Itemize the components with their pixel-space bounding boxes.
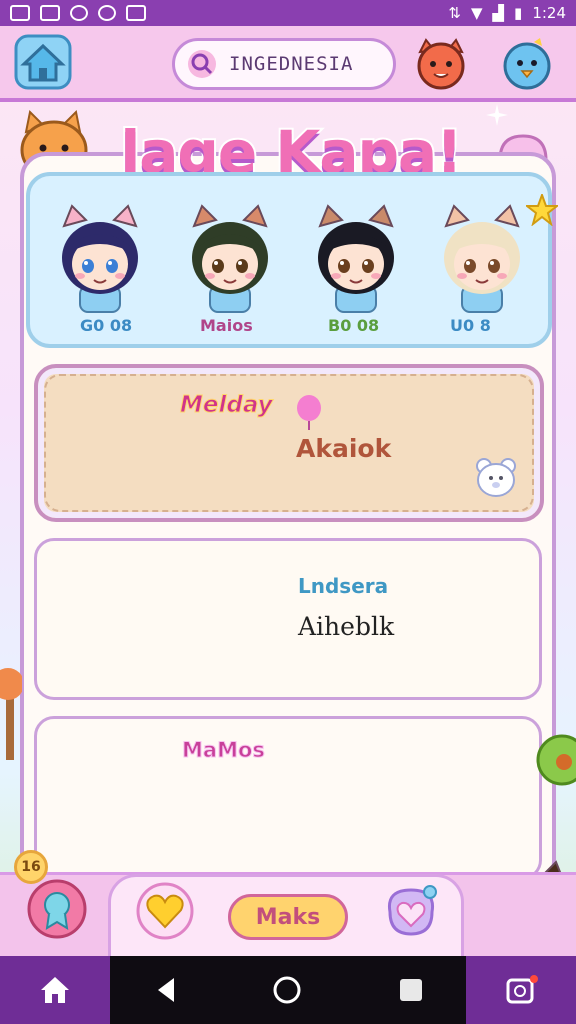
home-circle-icon[interactable]	[270, 974, 304, 1006]
fox-mascot-icon[interactable]	[412, 36, 470, 92]
character-card-selected[interactable]	[34, 364, 544, 522]
featured-character-label: B0 08	[328, 316, 380, 335]
wifi-icon: ▼	[470, 4, 483, 22]
message-notification-icon	[40, 5, 60, 21]
signal-icon: ▟	[492, 4, 505, 22]
featured-character-label: Maios	[200, 316, 253, 335]
bear-icon[interactable]	[474, 456, 518, 498]
sync-notification-icon	[98, 5, 116, 21]
music-notification-icon	[70, 5, 88, 21]
app-header: INGEDNESIA	[0, 26, 576, 102]
clock: 1:24	[532, 4, 566, 22]
character-badge-label: MaMos	[182, 738, 266, 763]
maks-button[interactable]: Maks	[228, 894, 348, 940]
search-text[interactable]: INGEDNESIA	[229, 53, 353, 75]
bird-mascot-icon[interactable]	[498, 36, 556, 92]
back-icon[interactable]	[150, 974, 184, 1006]
featured-character-label: U0 8	[450, 316, 491, 335]
tree-icon	[0, 668, 22, 760]
character-card[interactable]	[34, 538, 542, 700]
tree-icon	[536, 734, 576, 786]
character-card-title: Lndsera	[298, 574, 389, 598]
ribbon-icon[interactable]	[26, 878, 88, 940]
status-bar: ⇅ ▼ ▟ ▮ 1:24	[0, 0, 576, 26]
character-card-text: Akaiok	[296, 434, 392, 463]
screenshot-icon[interactable]	[504, 974, 538, 1006]
vibrate-icon: ⇅	[448, 4, 461, 22]
character-avatar[interactable]	[172, 200, 288, 320]
recent-apps-icon[interactable]	[394, 974, 428, 1006]
character-card[interactable]	[34, 716, 542, 880]
character-avatar[interactable]	[424, 200, 540, 320]
system-navigation-bar	[0, 956, 576, 1024]
balloon-icon	[297, 395, 321, 430]
notification-icons	[10, 5, 146, 21]
app-notification-icon	[126, 5, 146, 21]
gallery-notification-icon	[10, 5, 30, 21]
battery-icon: ▮	[514, 4, 523, 22]
heart-bubble-icon[interactable]	[380, 882, 442, 942]
search-icon	[188, 50, 216, 78]
character-avatar[interactable]	[42, 200, 158, 320]
heart-icon[interactable]	[136, 882, 194, 940]
character-card-text: Aiheblk	[298, 612, 395, 641]
sparkle-icon	[486, 104, 508, 126]
search-bar[interactable]: INGEDNESIA	[172, 38, 396, 90]
featured-character-label: G0 08	[80, 316, 133, 335]
character-avatar[interactable]	[298, 200, 414, 320]
home-icon[interactable]	[14, 34, 72, 90]
character-badge-label: Melday	[180, 392, 274, 419]
home-icon[interactable]	[38, 974, 72, 1006]
